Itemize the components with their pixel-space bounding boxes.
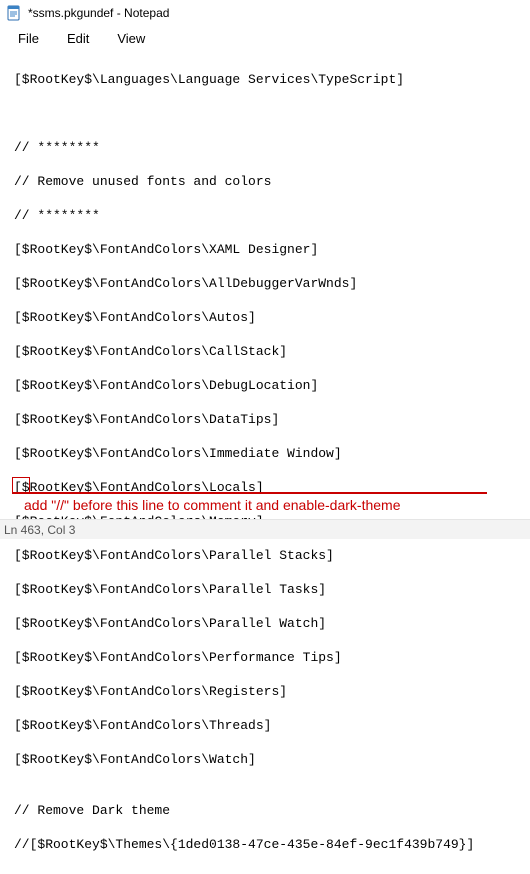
code-line: [$RootKey$\FontAndColors\CallStack] bbox=[14, 343, 524, 360]
code-line: [$RootKey$\FontAndColors\Autos] bbox=[14, 309, 524, 326]
status-bar: Ln 463, Col 3 bbox=[0, 519, 530, 539]
code-line: [$RootKey$\FontAndColors\Parallel Stacks… bbox=[14, 547, 524, 564]
code-line: [$RootKey$\FontAndColors\Threads] bbox=[14, 717, 524, 734]
window-titlebar: *ssms.pkgundef - Notepad bbox=[0, 0, 530, 26]
cursor-position: Ln 463, Col 3 bbox=[4, 523, 75, 537]
code-line: [$RootKey$\FontAndColors\DebugLocation] bbox=[14, 377, 524, 394]
code-line: // ******** bbox=[14, 139, 524, 156]
code-line: [$RootKey$\FontAndColors\Locals] bbox=[14, 479, 524, 496]
code-line: [$RootKey$\FontAndColors\Performance Tip… bbox=[14, 649, 524, 666]
notepad-icon bbox=[6, 5, 22, 21]
annotation-text: add "//" before this line to comment it … bbox=[24, 497, 400, 513]
menu-file[interactable]: File bbox=[4, 28, 53, 49]
code-line: // Remove Dark theme bbox=[14, 802, 524, 819]
code-line: [$RootKey$\FontAndColors\Immediate Windo… bbox=[14, 445, 524, 462]
menu-view[interactable]: View bbox=[103, 28, 159, 49]
code-line: [$RootKey$\FontAndColors\Parallel Watch] bbox=[14, 615, 524, 632]
editor-content[interactable]: [$RootKey$\Languages\Language Services\T… bbox=[0, 50, 530, 874]
code-line: [$RootKey$\FontAndColors\Registers] bbox=[14, 683, 524, 700]
code-line: [$RootKey$\FontAndColors\Parallel Tasks] bbox=[14, 581, 524, 598]
code-line: // Remove unused fonts and colors bbox=[14, 173, 524, 190]
code-line: //[$RootKey$\Themes\{1ded0138-47ce-435e-… bbox=[14, 836, 524, 853]
code-line: [$RootKey$\FontAndColors\DataTips] bbox=[14, 411, 524, 428]
window-title: *ssms.pkgundef - Notepad bbox=[28, 6, 169, 20]
code-line: [$RootKey$\FontAndColors\XAML Designer] bbox=[14, 241, 524, 258]
menu-bar: File Edit View bbox=[0, 26, 530, 50]
menu-edit[interactable]: Edit bbox=[53, 28, 103, 49]
code-line: [$RootKey$\FontAndColors\Watch] bbox=[14, 751, 524, 768]
code-line: // ******** bbox=[14, 207, 524, 224]
code-line: [$RootKey$\FontAndColors\AllDebuggerVarW… bbox=[14, 275, 524, 292]
code-line: [$RootKey$\Languages\Language Services\T… bbox=[14, 71, 524, 88]
